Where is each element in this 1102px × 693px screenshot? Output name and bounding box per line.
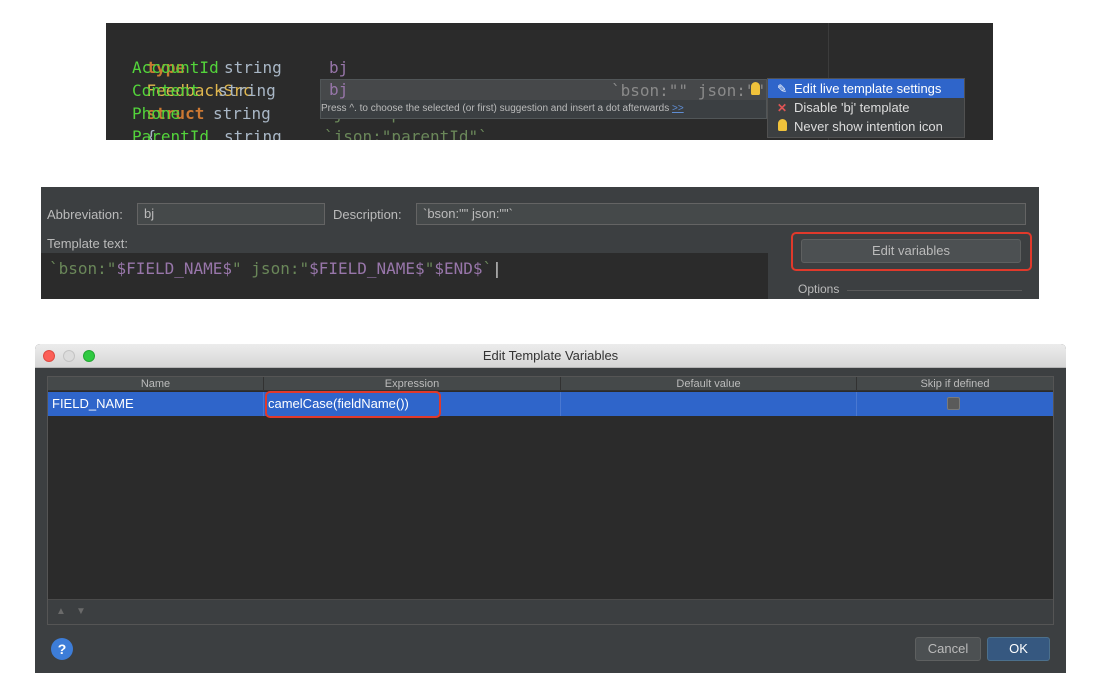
field-type: string <box>224 127 282 140</box>
live-template-editor: Abbreviation: bj Description: `bson:"" j… <box>41 187 1039 299</box>
template-variable: $END$ <box>434 259 483 278</box>
column-header-expression[interactable]: Expression <box>264 377 561 391</box>
variable-name-cell[interactable]: FIELD_NAME <box>48 392 264 416</box>
dialog-title: Edit Template Variables <box>482 348 619 363</box>
completion-popup[interactable]: bj `bson:"" json:"" Press ^. to choose t… <box>320 79 767 119</box>
menu-item-label: Never show intention icon <box>794 119 943 134</box>
ok-button[interactable]: OK <box>987 637 1050 661</box>
help-button[interactable]: ? <box>51 638 73 660</box>
column-header-name[interactable]: Name <box>48 377 264 391</box>
column-header-skip-if-defined[interactable]: Skip if defined <box>857 377 1053 391</box>
skip-if-defined-checkbox[interactable] <box>947 397 960 410</box>
default-value-cell[interactable] <box>561 392 857 416</box>
description-field[interactable]: `bson:"" json:""` <box>416 203 1026 225</box>
highlight-box <box>265 391 441 418</box>
divider <box>767 253 768 299</box>
column-header-default-value[interactable]: Default value <box>561 377 857 391</box>
template-literal: " json:" <box>232 259 310 278</box>
description-label: Description: <box>333 207 402 222</box>
bulb-icon <box>775 119 789 134</box>
edit-template-variables-dialog: Edit Template Variables Name Expression … <box>35 344 1066 673</box>
options-label: Options <box>798 282 840 296</box>
template-text: `bson:"$FIELD_NAME$" json:"$FIELD_NAME$"… <box>49 259 502 278</box>
completion-hint: Press ^. to choose the selected (or firs… <box>321 103 684 114</box>
template-text-area[interactable]: `bson:"$FIELD_NAME$" json:"$FIELD_NAME$"… <box>41 253 767 299</box>
highlight-box <box>791 232 1032 271</box>
field-type: string <box>213 104 271 123</box>
cross-icon: ✕ <box>776 100 788 115</box>
menu-item-disable-template[interactable]: ✕ Disable 'bj' template <box>768 98 964 117</box>
template-literal: ` <box>482 259 493 278</box>
pencil-icon: ✎ <box>776 81 788 96</box>
template-text-label: Template text: <box>47 236 128 251</box>
field-type: string <box>224 58 282 77</box>
abbreviation-field[interactable]: bj <box>137 203 325 225</box>
field-tag: bj <box>329 58 349 77</box>
field-name: AccountId <box>132 58 219 77</box>
code-editor[interactable]: type FeedbackSrc struct { AccountId stri… <box>106 23 993 140</box>
menu-item-never-show-icon[interactable]: Never show intention icon <box>768 117 964 136</box>
field-tag: `json:"parentId"` <box>324 127 488 140</box>
field-name: ParentId <box>132 127 210 140</box>
menu-item-label: Edit live template settings <box>794 81 942 96</box>
cancel-button[interactable]: Cancel <box>915 637 981 661</box>
table-toolbar: ▲ ▼ <box>48 599 1053 624</box>
menu-item-edit-template-settings[interactable]: ✎ Edit live template settings <box>768 79 964 98</box>
hint-more-link[interactable]: >> <box>672 103 684 114</box>
completion-abbreviation: bj <box>329 80 349 99</box>
bulb-icon[interactable] <box>751 82 760 95</box>
table-row[interactable]: FIELD_NAME camelCase(fieldName()) <box>48 392 1053 416</box>
abbreviation-label: Abbreviation: <box>47 207 123 222</box>
text-cursor: | <box>492 259 502 278</box>
completion-description: `bson:"" json:"" <box>611 81 766 100</box>
field-name: Content <box>132 81 200 100</box>
completion-item[interactable]: bj `bson:"" json:"" <box>321 80 766 100</box>
move-up-icon[interactable]: ▲ <box>56 606 66 617</box>
move-down-icon[interactable]: ▼ <box>76 606 86 617</box>
template-variable: $FIELD_NAME$ <box>309 259 425 278</box>
completion-hint-text: Press ^. to choose the selected (or firs… <box>321 103 670 114</box>
intention-menu[interactable]: ✎ Edit live template settings ✕ Disable … <box>767 78 965 138</box>
template-variable: $FIELD_NAME$ <box>116 259 233 278</box>
field-name: Phone <box>132 104 181 123</box>
field-type: string <box>218 81 276 100</box>
template-literal: `bson:" <box>49 259 117 278</box>
options-separator <box>847 290 1022 291</box>
skip-if-defined-cell[interactable] <box>857 392 1053 416</box>
variables-table[interactable]: Name Expression Default value Skip if de… <box>47 376 1054 625</box>
menu-item-label: Disable 'bj' template <box>794 100 910 115</box>
template-literal: " <box>424 259 435 278</box>
